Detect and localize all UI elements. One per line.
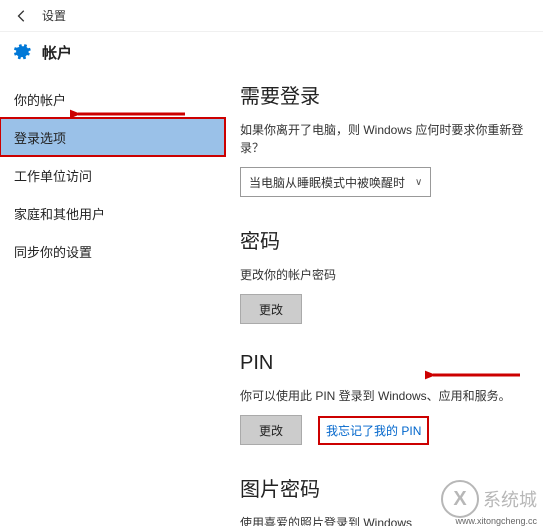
change-pin-button[interactable]: 更改	[240, 415, 302, 445]
signin-timing-dropdown[interactable]: 当电脑从睡眠模式中被唤醒时 ∨	[240, 167, 431, 197]
sidebar: 你的帐户 登录选项 工作单位访问 家庭和其他用户 同步你的设置	[0, 72, 225, 526]
section-title: 密码	[240, 225, 528, 254]
sidebar-item-family-users[interactable]: 家庭和其他用户	[0, 194, 225, 232]
section-title: 需要登录	[240, 80, 528, 109]
sidebar-item-label: 登录选项	[14, 128, 66, 147]
sidebar-item-signin-options[interactable]: 登录选项	[0, 118, 225, 156]
change-password-button[interactable]: 更改	[240, 294, 302, 324]
section-password: 密码 更改你的帐户密码 更改	[240, 225, 528, 324]
section-desc: 如果你离开了电脑，则 Windows 应何时要求你重新登录？	[240, 121, 528, 157]
sidebar-item-sync-settings[interactable]: 同步你的设置	[0, 232, 225, 270]
sidebar-item-your-account[interactable]: 你的帐户	[0, 80, 225, 118]
watermark-url: www.xitongcheng.cc	[455, 516, 537, 526]
chevron-down-icon: ∨	[415, 177, 422, 188]
content-area: 需要登录 如果你离开了电脑，则 Windows 应何时要求你重新登录？ 当电脑从…	[225, 72, 543, 526]
gear-icon	[12, 42, 32, 62]
section-title: PIN	[240, 352, 528, 375]
sidebar-item-label: 工作单位访问	[14, 166, 92, 185]
watermark-text: 系统城	[483, 486, 537, 512]
forgot-pin-link[interactable]: 我忘记了我的 PIN	[320, 418, 427, 443]
sidebar-item-work-access[interactable]: 工作单位访问	[0, 156, 225, 194]
sidebar-item-label: 家庭和其他用户	[14, 204, 105, 223]
watermark-logo-icon: X	[441, 480, 479, 518]
sidebar-item-label: 你的帐户	[14, 90, 66, 109]
section-desc: 你可以使用此 PIN 登录到 Windows、应用和服务。	[240, 387, 528, 405]
dropdown-value: 当电脑从睡眠模式中被唤醒时	[249, 174, 405, 191]
window-title: 设置	[42, 7, 66, 24]
page-header: 帐户	[0, 32, 543, 72]
section-pin: PIN 你可以使用此 PIN 登录到 Windows、应用和服务。 更改 我忘记…	[240, 352, 528, 445]
section-desc: 更改你的帐户密码	[240, 266, 528, 284]
back-button[interactable]	[8, 2, 36, 30]
sidebar-item-label: 同步你的设置	[14, 242, 92, 261]
section-require-signin: 需要登录 如果你离开了电脑，则 Windows 应何时要求你重新登录？ 当电脑从…	[240, 80, 528, 197]
watermark: X 系统城	[441, 480, 537, 518]
button-label: 更改	[259, 422, 283, 439]
button-label: 更改	[259, 301, 283, 318]
page-title: 帐户	[42, 42, 72, 63]
